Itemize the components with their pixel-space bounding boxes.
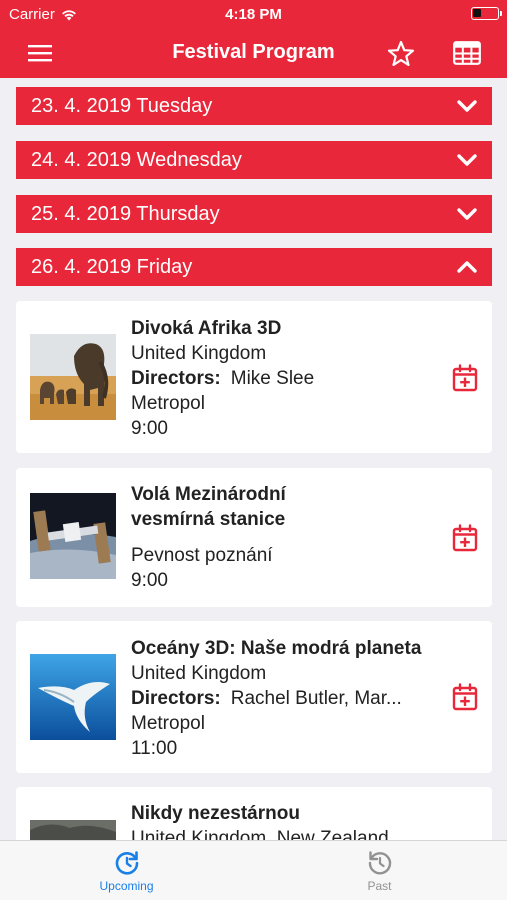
- event-country: United Kingdom: [131, 343, 267, 364]
- chevron-up-icon: [457, 261, 477, 273]
- day-header-label: 26. 4. 2019 Friday: [31, 255, 193, 278]
- event-card[interactable]: Oceány 3D: Naše modrá planeta United Kin…: [16, 621, 492, 773]
- day-header-friday[interactable]: 26. 4. 2019 Friday: [16, 248, 492, 286]
- favorites-button[interactable]: [386, 38, 416, 68]
- grid-table-icon: [453, 41, 481, 65]
- event-venue: Metropol: [131, 713, 205, 734]
- directors-value: Mike Slee: [230, 368, 315, 389]
- event-country: United Kingdom: [131, 663, 267, 684]
- event-card[interactable]: Divoká Afrika 3D United Kingdom Director…: [16, 301, 492, 453]
- event-thumbnail-elephants: [30, 334, 116, 420]
- navigation-bar: Festival Program: [0, 28, 507, 78]
- event-thumbnail-space-station: [30, 493, 116, 579]
- refresh-clock-icon: [115, 851, 138, 875]
- event-time: 9:00: [131, 570, 168, 591]
- event-details: Volá Mezinárodní vesmírná stanice Pevnos…: [131, 482, 432, 593]
- event-card[interactable]: Nikdy nezestárnou United Kingdom, New Ze…: [16, 787, 492, 840]
- chevron-down-icon: [457, 100, 477, 112]
- event-directors: Directors: Rachel Butler, Mar...: [131, 686, 432, 711]
- tab-past[interactable]: Past: [253, 841, 506, 900]
- day-header-label: 24. 4. 2019 Wednesday: [31, 148, 242, 171]
- event-title: Oceány 3D: Naše modrá planeta: [131, 638, 422, 659]
- event-time: 11:00: [131, 738, 178, 759]
- event-venue: Metropol: [131, 393, 205, 414]
- event-title-line1: Volá Mezinárodní: [131, 484, 286, 505]
- page-title: Festival Program: [172, 41, 335, 63]
- tab-upcoming[interactable]: Upcoming: [0, 841, 253, 900]
- chevron-down-icon: [457, 208, 477, 220]
- day-header-label: 23. 4. 2019 Tuesday: [31, 94, 213, 117]
- status-time: 4:18 PM: [225, 6, 282, 23]
- day-header-wednesday[interactable]: 24. 4. 2019 Wednesday: [16, 141, 492, 179]
- directors-label: Directors:: [131, 368, 221, 389]
- history-icon: [368, 851, 391, 875]
- chevron-down-icon: [457, 154, 477, 166]
- tab-label: Upcoming: [99, 879, 154, 893]
- add-to-calendar-icon[interactable]: [452, 683, 478, 711]
- event-title-line2: vesmírná stanice: [131, 509, 286, 530]
- event-card[interactable]: Volá Mezinárodní vesmírná stanice Pevnos…: [16, 468, 492, 607]
- day-header-thursday[interactable]: 25. 4. 2019 Thursday: [16, 195, 492, 233]
- program-list[interactable]: 23. 4. 2019 Tuesday 24. 4. 2019 Wednesda…: [0, 78, 507, 840]
- schedule-grid-button[interactable]: [452, 38, 482, 68]
- add-to-calendar-icon[interactable]: [452, 524, 478, 552]
- event-time: 9:00: [131, 418, 168, 439]
- directors-label: Directors:: [131, 688, 221, 709]
- battery-icon: [471, 7, 502, 20]
- add-to-calendar-icon[interactable]: [452, 364, 478, 392]
- event-thumbnail-manta-ray: [30, 654, 116, 740]
- event-directors: Directors: Mike Slee: [131, 366, 432, 391]
- event-details: Divoká Afrika 3D United Kingdom Director…: [131, 316, 432, 441]
- event-details: Oceány 3D: Naše modrá planeta United Kin…: [131, 636, 432, 761]
- directors-value: Rachel Butler, Mar...: [230, 688, 402, 709]
- tab-label: Past: [367, 879, 392, 893]
- star-icon: [387, 40, 415, 66]
- day-header-label: 25. 4. 2019 Thursday: [31, 202, 220, 225]
- event-title: Divoká Afrika 3D: [131, 318, 282, 339]
- event-country: United Kingdom, New Zealand: [131, 828, 389, 840]
- tab-bar: Upcoming Past: [0, 840, 507, 900]
- event-details: Nikdy nezestárnou United Kingdom, New Ze…: [131, 801, 432, 840]
- day-header-tuesday[interactable]: 23. 4. 2019 Tuesday: [16, 87, 492, 125]
- status-bar: Carrier 4:18 PM: [0, 0, 507, 28]
- event-venue: Pevnost poznání: [131, 545, 273, 566]
- event-title: Nikdy nezestárnou: [131, 803, 300, 824]
- event-thumbnail-soldiers: [30, 820, 116, 840]
